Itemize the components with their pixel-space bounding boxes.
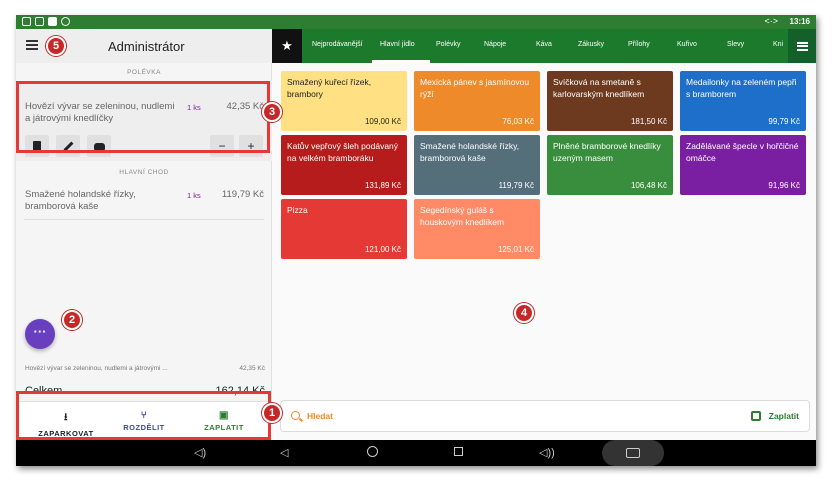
annotation-badge-2: 2 [62,310,82,330]
list-icon [796,41,808,51]
section-label-main-course: HLAVNÍ CHOD [119,169,169,176]
product-tile[interactable]: Segedínský guláš s houskovým knedlíkem 12… [414,199,540,259]
summary-last-item: Hovězí vývar se zeleninou, nudlemi a ját… [25,365,265,372]
volume-down-icon[interactable]: ◁) [194,446,206,459]
product-tile[interactable]: Plněné bramborové knedlíky uzeným masem 1… [547,135,673,195]
highlight-order-item [16,81,270,153]
notification-icons [22,17,70,26]
tab-books[interactable]: Kni [773,41,783,48]
product-tile[interactable]: Svíčková na smetaně s karlovarským knedl… [547,71,673,131]
app-notification-icon [35,17,44,26]
product-price: 121,00 Kč [364,245,401,254]
home-icon[interactable] [367,446,378,457]
product-tile[interactable]: Smažené holandské řízky, bramborová kaše… [414,135,540,195]
product-tile[interactable]: Mexická pánev s jasmínovou rýží 76,03 Kč [414,71,540,131]
annotation-badge-5: 5 [46,36,66,56]
product-price: 106,48 Kč [630,181,667,190]
product-price: 119,79 Kč [498,181,534,190]
search-icon [291,411,300,420]
search-bar[interactable]: Hledat Zaplatit [280,400,810,432]
product-price: 181,50 Kč [630,117,667,126]
product-grid: Smažený kuřecí řízek, brambory 109,00 Kč … [272,63,816,393]
tab-coffee[interactable]: Káva [536,41,552,48]
location-icon [61,17,70,26]
star-icon: ★ [281,38,293,53]
back-icon[interactable]: ◁ [280,446,288,459]
favorites-button[interactable]: ★ [272,29,302,63]
tab-tobacco[interactable]: Kuřivo [677,41,697,48]
annotation-badge-3: 3 [262,102,282,122]
system-nav-bar: ◁) ◁ ◁)) [16,440,816,466]
search-label: Hledat [307,411,333,421]
product-tile[interactable]: Pizza 121,00 Kč [281,199,407,259]
clock: 13:16 [789,17,810,26]
product-tile[interactable]: Smažený kuřecí řízek, brambory 109,00 Kč [281,71,407,131]
product-price: 109,00 Kč [364,117,401,126]
product-name: Smažené holandské řízky, bramborová kaše [420,141,520,163]
product-name: Medailonky na zeleném pepři s bramborem [686,77,797,99]
product-name: Zadělávané špecle v hořčičné omáčce [686,141,799,163]
tab-bestsellers[interactable]: Nejprodávanější [312,41,363,48]
product-name: Mexická pánev s jasmínovou rýží [420,77,530,99]
product-name: Katův vepřový šleh podávaný na velkém br… [287,141,399,163]
annotation-badge-4: 4 [514,303,534,323]
quick-pay-button[interactable]: Zaplatit [769,411,799,421]
summary-item-amount: 42,35 Kč [239,365,265,372]
image-notification-icon [48,17,57,26]
volume-up-icon[interactable]: ◁)) [539,446,555,459]
product-price: 125,01 Kč [497,245,534,254]
tab-sides[interactable]: Přílohy [628,41,650,48]
data-transfer-icon: <·> [764,16,778,26]
annotation-badge-1: 1 [262,403,282,423]
product-name: Smažený kuřecí řízek, brambory [287,77,372,99]
app-notification-icon [22,17,31,26]
order-item-name: Smažené holandské řízky, bramborová kaše [25,189,136,212]
highlight-order-actions [16,391,271,440]
more-options-button[interactable]: ··· [25,319,55,349]
divider [24,219,264,220]
summary-item-name: Hovězí vývar se zeleninou, nudlemi a ját… [25,365,168,372]
status-bar: <·> 13:16 [16,15,816,29]
tab-main-course[interactable]: Hlavní jídlo [380,41,415,48]
tab-desserts[interactable]: Zákusky [578,41,604,48]
tab-drinks[interactable]: Nápoje [484,41,506,48]
wallet-icon [751,411,761,421]
tab-soups[interactable]: Polévky [436,41,461,48]
product-name: Segedínský guláš s houskovým knedlíkem [420,205,505,227]
product-price: 76,03 Kč [502,117,534,126]
product-price: 91,96 Kč [768,181,800,190]
product-tile[interactable]: Medailonky na zeleném pepři s bramborem 9… [680,71,806,131]
list-view-button[interactable] [788,29,816,63]
category-bar: ★ Nejprodávanější Hlavní jídlo Polévky N… [272,29,816,63]
user-title: Administrátor [108,39,185,54]
order-item-qty: 1 ks [187,191,201,200]
tab-discounts[interactable]: Slevy [727,41,744,48]
menu-icon[interactable] [26,40,38,50]
product-price: 99,79 Kč [768,117,800,126]
recent-apps-icon[interactable] [454,447,463,456]
product-tile[interactable]: Katův vepřový šleh podávaný na velkém br… [281,135,407,195]
product-tile[interactable]: Zadělávané špecle v hořčičné omáčce 91,96… [680,135,806,195]
section-label-soup: POLÉVKA [127,69,161,76]
screenshot-icon[interactable] [626,448,640,458]
product-name: Pizza [287,205,308,215]
product-price: 131,89 Kč [364,181,401,190]
product-name: Plněné bramborové knedlíky uzeným masem [553,141,661,163]
order-item[interactable]: Smažené holandské řízky, bramborová kaše… [16,181,272,221]
product-name: Svíčková na smetaně s karlovarským knedl… [553,77,645,99]
order-item-price: 119,79 Kč [221,189,264,200]
